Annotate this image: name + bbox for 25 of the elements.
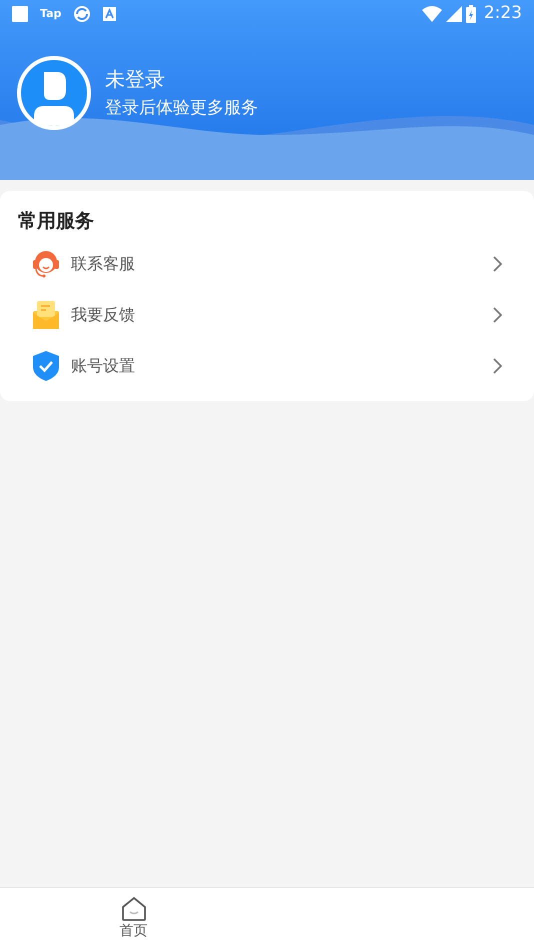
font-icon bbox=[103, 7, 116, 21]
battery-icon bbox=[466, 5, 476, 23]
clock-time: 2:23 bbox=[484, 2, 522, 26]
sync-icon bbox=[73, 5, 92, 23]
service-row[interactable]: 我要反馈 bbox=[0, 289, 534, 340]
shield-check-icon bbox=[33, 350, 59, 380]
square-icon bbox=[12, 6, 28, 22]
headset-icon bbox=[31, 248, 61, 278]
chevron-right-icon bbox=[493, 256, 502, 272]
section-title: 常用服务 bbox=[17, 209, 94, 233]
login-hint: 登录后体验更多服务 bbox=[105, 97, 258, 120]
chevron-right-icon bbox=[493, 358, 502, 374]
service-row[interactable]: 联系客服 bbox=[0, 238, 534, 289]
user-name: 未登录 bbox=[105, 66, 166, 92]
service-label: 我要反馈 bbox=[71, 304, 136, 326]
service-label: 账号设置 bbox=[71, 354, 136, 376]
wifi-icon bbox=[422, 6, 442, 22]
service-row[interactable]: 账号设置 bbox=[0, 340, 534, 391]
chevron-right-icon bbox=[493, 306, 502, 322]
app-label: Tap bbox=[40, 6, 62, 22]
envelope-icon bbox=[33, 300, 59, 328]
avatar-icon bbox=[17, 56, 91, 130]
house-icon bbox=[120, 896, 146, 922]
signal-icon bbox=[446, 6, 462, 22]
service-label: 联系客服 bbox=[71, 252, 136, 274]
